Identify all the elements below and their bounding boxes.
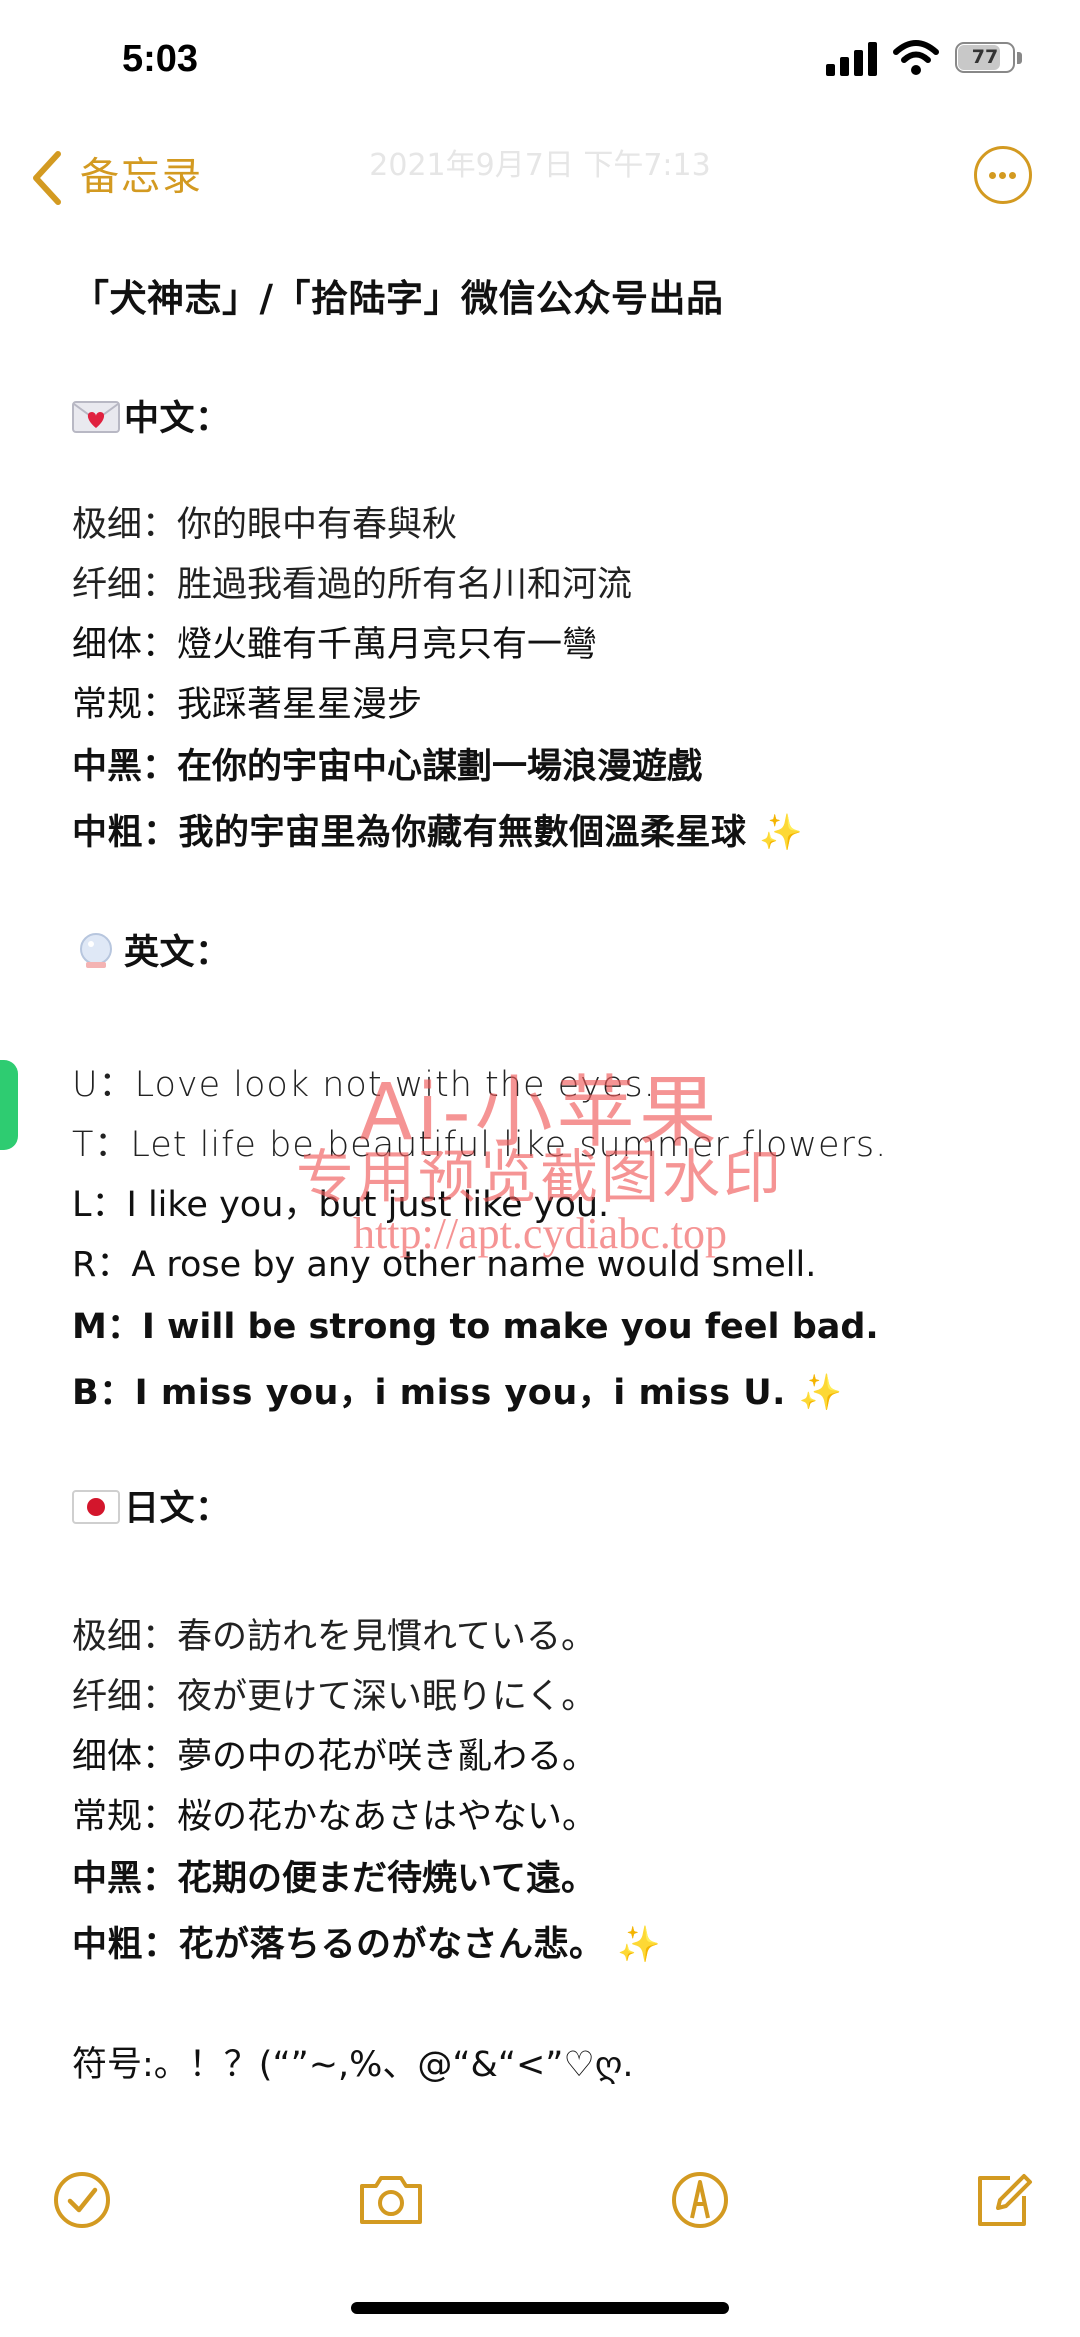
note-line: 极细：春の訪れを見慣れている。 [72,1617,596,1657]
note-line: B：I miss you，i miss you，i miss U. ✨ [72,1368,843,1418]
battery-cap [1017,52,1022,64]
watermark-url: http://apt.cydiabc.top [353,1209,727,1258]
section-heading-chinese: 中文： [72,394,231,444]
note-line: 纤细：胜過我看過的所有名川和河流 [72,565,633,605]
symbols-line: 符号:。！？(“”~,%、@“&“<”♡ღ. [72,2045,634,2085]
home-indicator [351,2302,729,2314]
note-line: 纤细：夜が更けて深い眠りにく。 [72,1677,597,1717]
compose-icon[interactable] [972,2170,1034,2232]
markup-pen-icon[interactable] [670,2170,730,2230]
note-line: 中粗：花が落ちるのがなさん悲。 ✨ [72,1920,661,1970]
section-heading-japanese: 日文： [72,1484,231,1534]
love-letter-icon [72,401,120,433]
note-date: 2021年9月7日 下午7:13 [369,148,711,183]
camera-icon[interactable] [356,2170,426,2230]
section-heading-label: 中文： [124,399,231,439]
note-line-text: 中粗：花が落ちるのがなさん悲。 [72,1925,605,1965]
sparkles-icon: ✨ [617,1925,662,1965]
section-heading-label: 英文： [124,933,231,973]
wifi-icon [893,40,939,75]
bottom-toolbar [0,2160,1080,2260]
note-line-text: 中粗：我的宇宙里為你藏有無數個溫柔星球 [72,813,747,853]
sparkles-icon: ✨ [759,813,804,853]
note-line: 常规：桜の花かなあさはやない。 [72,1797,598,1837]
note-line: 中黑：在你的宇宙中心謀劃一場浪漫遊戲 [72,747,703,787]
battery-level: 77 [971,46,999,68]
floating-side-tab[interactable] [0,1060,18,1150]
note-line: 极细：你的眼中有春與秋 [72,505,458,545]
note-line: 细体：燈火雖有千萬月亮只有一彎 [72,625,598,665]
battery-indicator: 77 [955,42,1025,75]
more-dot [989,172,996,179]
watermark-subtitle: 专用预览截图水印 [295,1143,784,1211]
note-line: 细体：夢の中の花が咲き亂わる。 [72,1737,598,1777]
section-heading-label: 日文： [124,1489,231,1529]
snow-globe-icon [80,933,112,968]
note-line: M：I will be strong to make you feel bad. [72,1307,879,1347]
more-dot [999,172,1006,179]
cellular-signal-icon [826,42,877,76]
note-line: 中粗：我的宇宙里為你藏有無數個溫柔星球 ✨ [72,808,803,858]
note-line-text: B：I miss you，i miss you，i miss U. [72,1373,786,1413]
more-options-button[interactable] [974,146,1032,204]
checklist-icon[interactable] [52,2170,112,2230]
section-heading-english: 英文： [72,928,231,978]
note-title: 「犬神志」/「拾陆字」微信公众号出品 [72,277,724,320]
sparkles-icon: ✨ [798,1373,843,1413]
note-line: 中黑：花期の便まだ待焼いて遠。 [72,1859,596,1899]
more-dot [1009,172,1016,179]
japan-flag-icon [72,1490,120,1524]
status-time: 5:03 [122,38,199,80]
status-bar: 5:03 77 [0,0,1080,125]
note-line: 常规：我踩著星星漫步 [72,685,423,725]
